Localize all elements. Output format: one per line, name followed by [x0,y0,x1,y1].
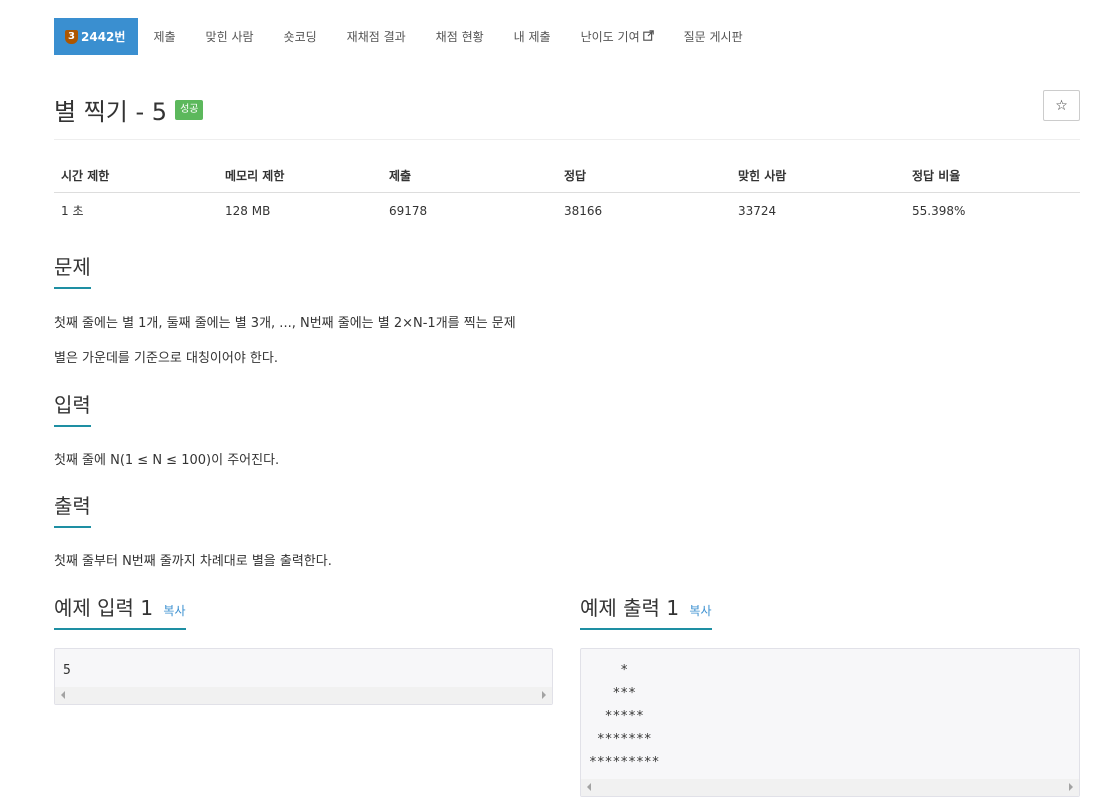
description-line-2: 별은 가운데를 기준으로 대칭이어야 한다. [54,351,278,366]
value-correct: 38166 [564,203,603,218]
tab-accepted-users[interactable]: 맞힌 사람 [191,18,269,55]
output-title: 출력 [54,490,91,528]
horizontal-scrollbar[interactable] [55,687,552,704]
header-memory-limit: 메모리 제한 [218,160,382,193]
input-header: 입력 [54,389,1080,427]
output-header: 출력 [54,490,1080,528]
external-link-icon [642,29,654,44]
tab-my-submissions[interactable]: 내 제출 [499,18,566,55]
problem-info-table: 시간 제한 메모리 제한 제출 정답 맞힌 사람 정답 비율 1 초 128 M… [54,160,1080,227]
tab-judge-status[interactable]: 채점 현황 [421,18,499,55]
status-badge: 성공 [175,99,204,120]
header-accepted-users: 맞힌 사람 [731,160,905,193]
sample-output-text: * *** ***** ******* ********* [589,663,660,770]
title-divider [54,139,1080,140]
scroll-right-icon[interactable] [542,691,546,699]
tab-submit[interactable]: 제출 [138,18,190,55]
tab-question-board[interactable]: 질문 게시판 [669,18,758,55]
output-description: 첫째 줄부터 N번째 줄까지 차례대로 별을 출력한다. [54,554,332,569]
table-row: 1 초 128 MB 69178 38166 33724 55.398% [54,193,1080,228]
table-header-row: 시간 제한 메모리 제한 제출 정답 맞힌 사람 정답 비율 [54,160,1080,193]
sample-output-box[interactable]: * *** ***** ******* ********* [580,648,1080,797]
value-accuracy: 55.398% [912,203,966,218]
sample-input-title: 예제 입력 1 [54,596,154,620]
divider [54,527,1080,528]
value-time-limit: 1 초 [61,204,84,218]
value-submissions: 69178 [389,203,428,218]
star-button[interactable]: ☆ [1043,90,1080,121]
title-row: 별 찍기 - 5 성공 [54,92,204,127]
copy-sample-output-link[interactable]: 복사 [689,604,711,618]
sample-input-text: 5 [63,663,71,678]
sample-input-box[interactable]: 5 [54,648,553,705]
horizontal-scrollbar[interactable] [581,779,1079,796]
problem-menu: 3 2442번 제출 맞힌 사람 숏코딩 재채점 결과 채점 현황 내 제출 난… [54,18,758,55]
copy-sample-input-link[interactable]: 복사 [163,604,185,618]
tier-badge-icon: 3 [65,29,78,44]
divider [54,426,1080,427]
header-accuracy: 정답 비율 [905,160,1080,193]
sample-output-headline: 예제 출력 1 복사 [580,592,712,630]
description-line-1: 첫째 줄에는 별 1개, 둘째 줄에는 별 3개, ..., N번째 줄에는 별… [54,316,516,331]
header-correct: 정답 [557,160,731,193]
tab-difficulty-contribution[interactable]: 난이도 기여 [566,18,669,55]
sample-input-header: 예제 입력 1 복사 [54,592,553,630]
problem-number: 2442번 [81,30,126,44]
tab-problem[interactable]: 3 2442번 [54,18,139,55]
description-header: 문제 [54,251,1080,289]
sample-input-headline: 예제 입력 1 복사 [54,592,186,630]
input-title: 입력 [54,389,91,427]
value-memory-limit: 128 MB [225,203,271,218]
star-icon: ☆ [1055,97,1068,114]
sample-output-title: 예제 출력 1 [580,596,680,620]
scroll-left-icon[interactable] [61,691,65,699]
value-accepted-users: 33724 [738,203,777,218]
header-submissions: 제출 [382,160,557,193]
sample-output-header: 예제 출력 1 복사 [580,592,1080,630]
page-title: 별 찍기 - 5 [54,98,168,126]
description-title: 문제 [54,251,91,289]
scroll-right-icon[interactable] [1069,783,1073,791]
tab-rejudge-results[interactable]: 재채점 결과 [332,18,421,55]
scroll-left-icon[interactable] [587,783,591,791]
tab-difficulty-label: 난이도 기여 [580,30,640,44]
tab-short-coding[interactable]: 숏코딩 [269,18,332,55]
divider [54,288,1080,289]
input-description: 첫째 줄에 N(1 ≤ N ≤ 100)이 주어진다. [54,453,280,468]
header-time-limit: 시간 제한 [54,160,218,193]
